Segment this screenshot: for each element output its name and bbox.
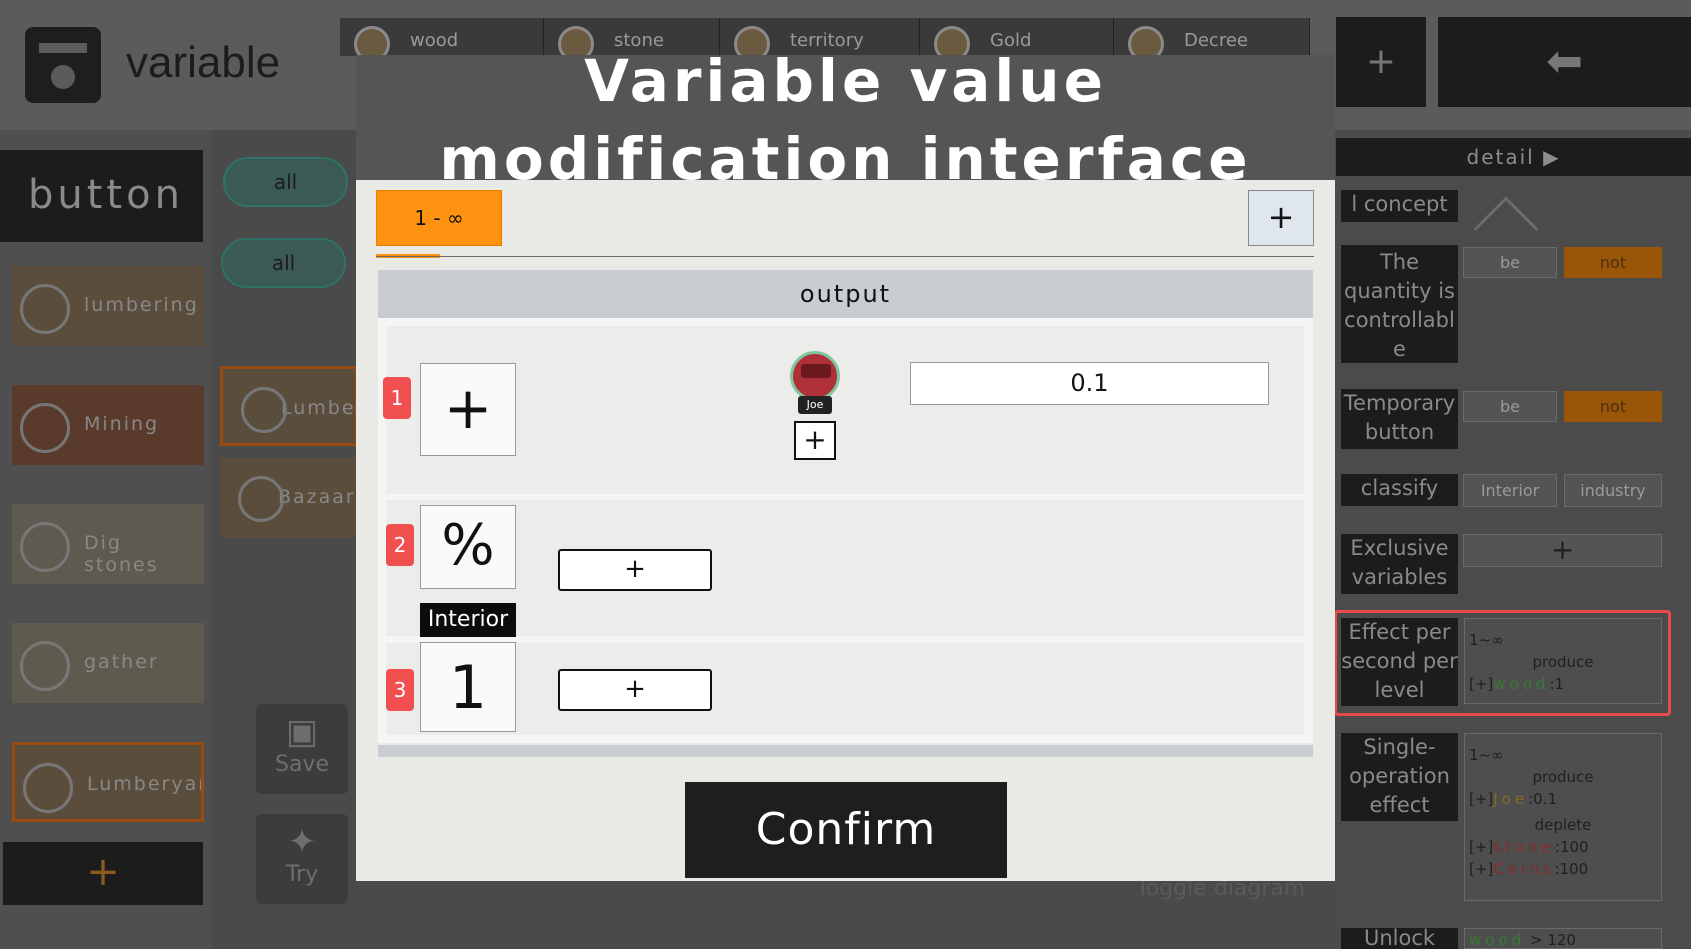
row-number-3: 3: [386, 669, 414, 711]
mid-item-bazaar[interactable]: Bazaar: [220, 458, 358, 538]
app-title: variable: [126, 38, 281, 87]
button-icon: [23, 763, 73, 813]
mid-item-lumber[interactable]: Lumber: [220, 366, 358, 446]
range-tab[interactable]: 1 - ∞: [376, 190, 502, 246]
avatar-joe[interactable]: [790, 351, 840, 401]
button-item-lumbering[interactable]: lumbering: [12, 266, 204, 346]
classify-interior[interactable]: Interior: [1463, 474, 1557, 507]
item-icon: [238, 476, 284, 522]
row-number-1: 1: [383, 377, 411, 419]
app-logo-icon: [25, 27, 101, 103]
button-item-lumberyard[interactable]: Lumberyard: [12, 742, 204, 822]
try-button[interactable]: ✦ Try: [256, 814, 348, 904]
value-input[interactable]: 0.1: [910, 362, 1269, 405]
row-2-add-button[interactable]: +: [558, 549, 712, 591]
temporary-be[interactable]: be: [1463, 391, 1557, 422]
filter-all-2[interactable]: all: [221, 238, 346, 288]
unlock-label: Unlock: [1341, 928, 1458, 949]
add-button-button[interactable]: +: [3, 842, 203, 905]
tab-divider: [376, 256, 1314, 257]
button-list-header: button: [0, 150, 203, 242]
item-icon: [241, 387, 287, 433]
avatar-name: Joe: [798, 396, 832, 414]
controllable-label: The quantity is controllabl e: [1341, 245, 1458, 363]
output-footer: [378, 745, 1313, 757]
button-icon: [20, 284, 70, 334]
exclusive-add-button[interactable]: +: [1463, 534, 1662, 567]
filter-all-1[interactable]: all: [223, 157, 348, 207]
output-row-3: [386, 643, 1304, 735]
add-variable-plus-button[interactable]: +: [794, 421, 836, 460]
interior-tag: Interior: [420, 603, 516, 637]
output-row-2: [386, 500, 1304, 636]
row-1-operator-button[interactable]: +: [420, 363, 516, 456]
exclusive-label: Exclusive variables: [1341, 534, 1458, 594]
modal-title: Variable value modification interface: [439, 47, 1252, 193]
temporary-not[interactable]: not: [1564, 391, 1662, 422]
concept-label: l concept: [1341, 190, 1458, 222]
save-icon: ▣: [285, 712, 319, 752]
output-header: output: [378, 270, 1313, 318]
button-icon: [20, 522, 70, 572]
detail-toggle[interactable]: detail ▶: [1336, 138, 1691, 176]
gamepad-icon: ✦: [287, 822, 317, 862]
button-icon: [20, 403, 70, 453]
row-2-operator-button[interactable]: %: [420, 505, 516, 589]
output-row-1: [386, 326, 1304, 494]
button-item-mining[interactable]: Mining: [12, 385, 204, 465]
classify-label: classify: [1341, 474, 1458, 506]
row-3-add-button[interactable]: +: [558, 669, 712, 711]
highlight-frame: [1334, 610, 1671, 716]
exit-icon: ⬅: [1546, 36, 1583, 87]
controllable-not[interactable]: not: [1564, 247, 1662, 278]
button-item-dig-stones[interactable]: Dig stones: [12, 504, 204, 584]
button-item-gather[interactable]: gather: [12, 623, 204, 703]
single-effect-label: Single-operation effect: [1341, 733, 1458, 821]
confirm-button[interactable]: Confirm: [685, 782, 1007, 878]
save-button[interactable]: ▣ Save: [256, 704, 348, 794]
add-range-button[interactable]: +: [1248, 190, 1314, 246]
temporary-label: Temporary button: [1341, 389, 1458, 449]
single-effect-box[interactable]: 1~∞ produce [+]Joe:0.1 deplete [+]stone:…: [1464, 733, 1662, 901]
unlock-box[interactable]: wood > 120: [1464, 928, 1662, 949]
row-number-2: 2: [386, 524, 414, 566]
exit-button[interactable]: ⬅: [1438, 17, 1691, 107]
classify-industry[interactable]: industry: [1564, 474, 1662, 507]
play-icon: ▶: [1543, 145, 1561, 169]
row-3-operator-button[interactable]: 1: [420, 642, 516, 732]
add-variable-button[interactable]: +: [1336, 17, 1426, 107]
controllable-be[interactable]: be: [1463, 247, 1557, 278]
button-icon: [20, 641, 70, 691]
